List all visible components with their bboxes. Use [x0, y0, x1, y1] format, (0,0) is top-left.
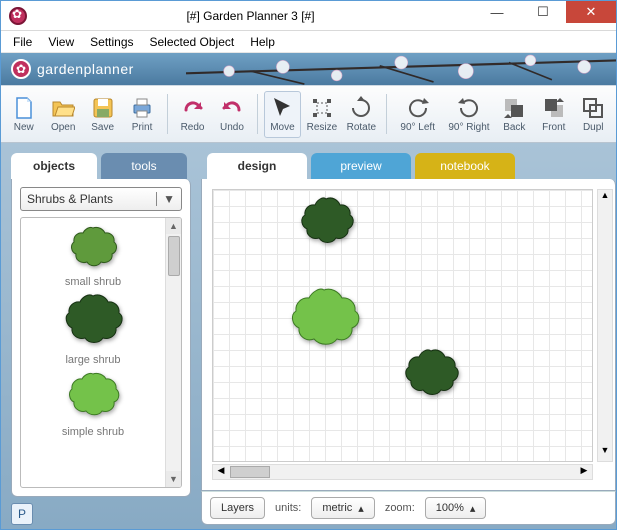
rotate-left-button[interactable]: 90° Left [393, 92, 442, 137]
undo-icon [220, 96, 244, 120]
close-button[interactable]: ✕ [566, 1, 616, 23]
app-icon [9, 7, 27, 25]
resize-icon [310, 96, 334, 120]
left-tabs: objects tools [11, 153, 191, 179]
rotate-left-icon [406, 96, 430, 120]
save-button[interactable]: Save [84, 92, 121, 137]
tab-design[interactable]: design [207, 153, 307, 179]
list-item[interactable]: large shrub [59, 292, 127, 366]
folder-open-icon [51, 96, 75, 120]
chevron-up-icon: ▴ [470, 502, 476, 515]
redo-button[interactable]: Redo [174, 92, 211, 137]
units-label: units: [275, 502, 301, 514]
maximize-button[interactable]: ☐ [520, 1, 566, 23]
object-list-scrollbar[interactable]: ▲ ▼ [165, 218, 181, 487]
toolbar-separator [257, 94, 258, 134]
blossom-decoration [186, 53, 617, 85]
bring-front-icon [542, 96, 566, 120]
small-shrub-icon [65, 224, 121, 274]
cursor-icon [270, 96, 294, 120]
canvas-shrub-1[interactable] [295, 196, 357, 252]
menu-bar: File View Settings Selected Object Help [1, 31, 616, 53]
bring-front-button[interactable]: Front [535, 92, 572, 137]
list-item-label: large shrub [65, 354, 120, 366]
canvas-shrub-2[interactable] [281, 286, 367, 364]
tab-notebook[interactable]: notebook [415, 153, 515, 179]
rotate-button[interactable]: Rotate [343, 92, 380, 137]
units-dropdown[interactable]: metric▴ [311, 497, 374, 519]
scroll-up-icon[interactable]: ▲ [598, 190, 612, 206]
zoom-label: zoom: [385, 502, 415, 514]
window-buttons: — ☐ ✕ [474, 1, 616, 30]
tab-tools[interactable]: tools [101, 153, 187, 179]
left-panel: objects tools Shrubs & Plants ▼ small sh… [11, 153, 191, 525]
menu-settings[interactable]: Settings [84, 33, 139, 51]
category-dropdown[interactable]: Shrubs & Plants ▼ [20, 187, 182, 211]
open-button[interactable]: Open [44, 92, 81, 137]
rotate-icon [349, 96, 373, 120]
titlebar[interactable]: [#] Garden Planner 3 [#] — ☐ ✕ [1, 1, 616, 31]
list-item-label: simple shrub [62, 426, 124, 438]
toolbar: New Open Save Print Redo Undo Move Resiz… [1, 85, 616, 143]
undo-button[interactable]: Undo [213, 92, 250, 137]
menu-selected-object[interactable]: Selected Object [144, 33, 241, 51]
scroll-thumb[interactable] [230, 466, 270, 478]
tab-preview[interactable]: preview [311, 153, 411, 179]
duplicate-button[interactable]: Dupl [575, 92, 612, 137]
brand-icon: ✿ [11, 59, 31, 79]
print-button[interactable]: Print [123, 92, 160, 137]
scroll-down-icon[interactable]: ▼ [598, 445, 612, 461]
simple-shrub-icon [63, 370, 123, 424]
canvas-hscrollbar[interactable]: ◀ ▶ [212, 464, 593, 480]
workspace: objects tools Shrubs & Plants ▼ small sh… [1, 143, 616, 529]
minimize-button[interactable]: — [474, 1, 520, 23]
zoom-dropdown[interactable]: 100%▴ [425, 497, 487, 519]
scroll-up-icon[interactable]: ▲ [166, 218, 181, 234]
list-item[interactable]: small shrub [65, 224, 121, 288]
scroll-right-icon[interactable]: ▶ [576, 465, 592, 479]
scroll-down-icon[interactable]: ▼ [166, 471, 181, 487]
brand-name: gardenplanner [37, 61, 134, 77]
print-icon [130, 96, 154, 120]
file-new-icon [12, 96, 36, 120]
brand-bar: ✿ gardenplanner [1, 53, 616, 85]
scroll-thumb[interactable] [168, 236, 180, 276]
toolbar-separator [167, 94, 168, 134]
window-title: [#] Garden Planner 3 [#] [27, 9, 474, 23]
canvas-shrub-3[interactable] [399, 348, 463, 406]
category-value: Shrubs & Plants [27, 192, 113, 206]
new-button[interactable]: New [5, 92, 42, 137]
list-item[interactable]: simple shrub [62, 370, 124, 438]
design-canvas-wrap: ▲ ▼ ◀ ▶ [201, 179, 616, 491]
save-icon [91, 96, 115, 120]
scroll-left-icon[interactable]: ◀ [213, 465, 229, 479]
rotate-right-button[interactable]: 90° Right [444, 92, 493, 137]
right-panel: design preview notebook ▲ ▼ ◀ [201, 153, 616, 525]
right-tabs: design preview notebook [201, 153, 616, 179]
menu-view[interactable]: View [42, 33, 80, 51]
duplicate-icon [581, 96, 605, 120]
layers-button[interactable]: Layers [210, 497, 265, 519]
rotate-right-icon [457, 96, 481, 120]
toolbar-separator [386, 94, 387, 134]
list-item-label: small shrub [65, 276, 121, 288]
canvas-vscrollbar[interactable]: ▲ ▼ [597, 189, 613, 462]
large-shrub-icon [59, 292, 127, 352]
menu-file[interactable]: File [7, 33, 38, 51]
canvas-footer: Layers units: metric▴ zoom: 100%▴ [201, 491, 616, 525]
tab-objects[interactable]: objects [11, 153, 97, 179]
resize-button[interactable]: Resize [303, 92, 340, 137]
design-canvas[interactable] [212, 189, 593, 462]
chevron-up-icon: ▴ [358, 502, 364, 515]
send-back-icon [502, 96, 526, 120]
chevron-down-icon: ▼ [156, 192, 175, 206]
object-list: small shrub large shrub simple shrub ▲ [20, 217, 182, 488]
redo-icon [181, 96, 205, 120]
move-button[interactable]: Move [264, 91, 301, 138]
objects-panel: Shrubs & Plants ▼ small shrub large shru… [11, 179, 191, 497]
send-back-button[interactable]: Back [496, 92, 533, 137]
app-window: [#] Garden Planner 3 [#] — ☐ ✕ File View… [0, 0, 617, 530]
p-badge[interactable]: P [11, 503, 33, 525]
menu-help[interactable]: Help [244, 33, 281, 51]
